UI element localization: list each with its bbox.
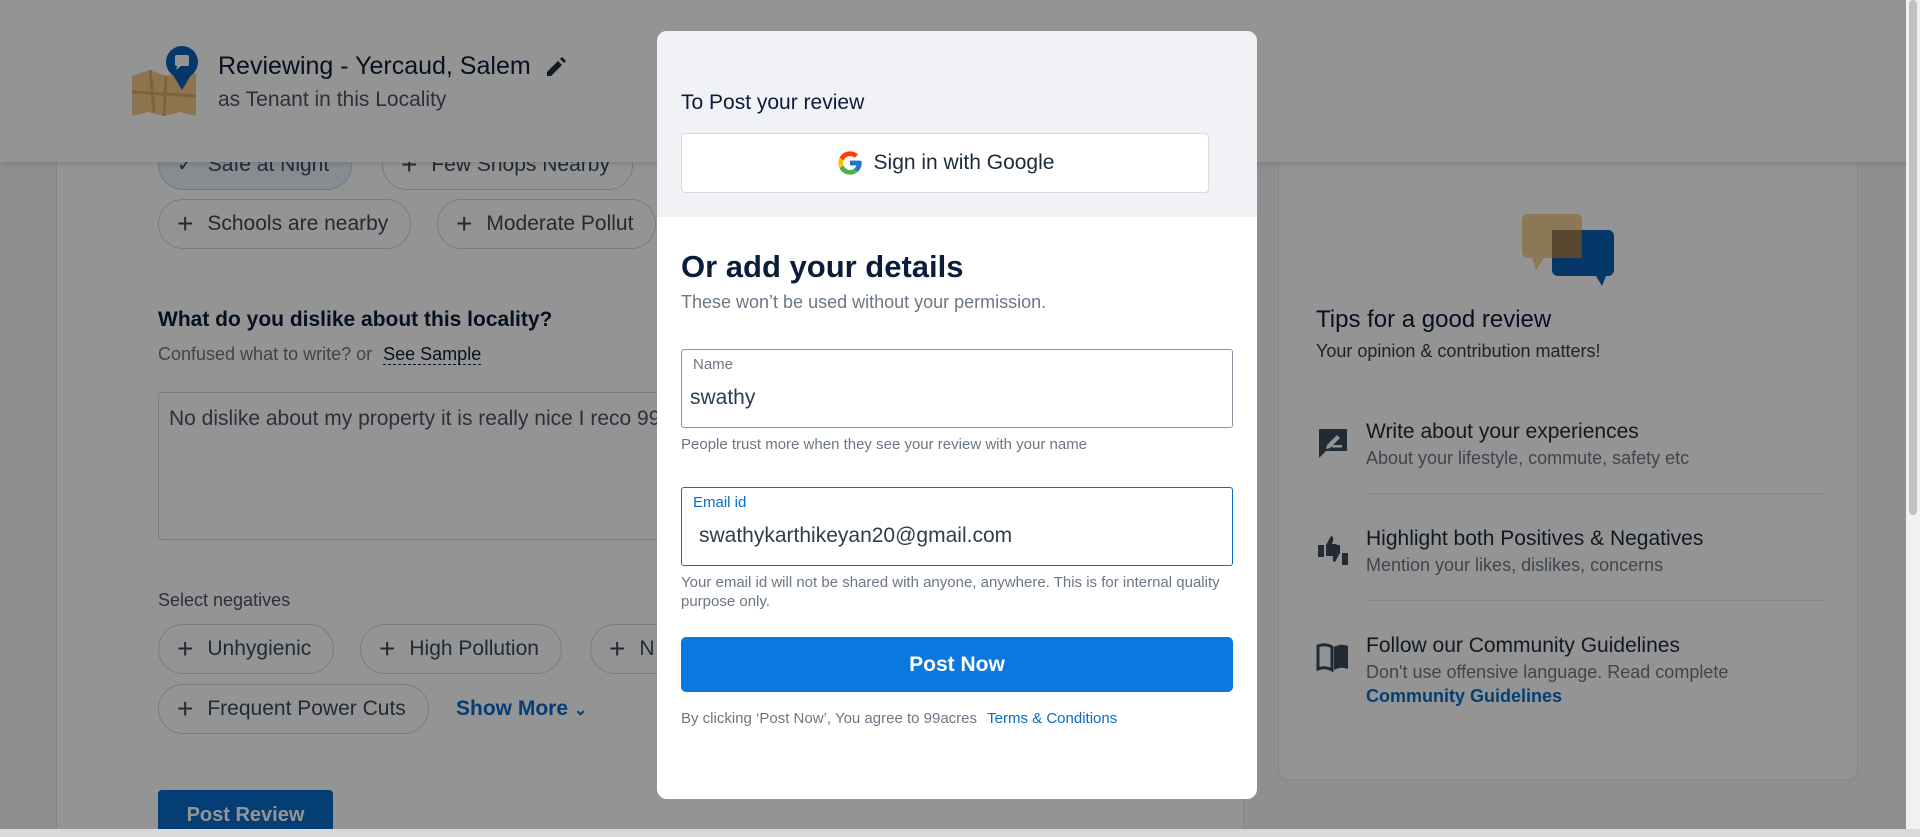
vertical-scrollbar[interactable] [1906, 0, 1920, 837]
google-icon [837, 151, 862, 175]
email-hint: Your email id will not be shared with an… [681, 574, 1220, 610]
post-now-button[interactable]: Post Now [681, 637, 1233, 692]
post-review-modal: To Post your review Sign in with Google … [657, 31, 1257, 799]
name-hint: People trust more when they see your rev… [681, 436, 1088, 453]
email-field[interactable]: Email id [681, 487, 1233, 566]
to-post-heading: To Post your review [681, 91, 865, 114]
scrollbar-thumb[interactable] [1909, 0, 1917, 515]
agree-terms-text: By clicking ‘Post Now’, You agree to 99a… [681, 710, 1118, 727]
permission-note: These won’t be used without your permiss… [681, 292, 1047, 312]
or-add-details-heading: Or add your details [681, 249, 964, 284]
horizontal-scrollbar[interactable] [0, 829, 1920, 837]
google-signin-button[interactable]: Sign in with Google [681, 133, 1209, 193]
email-input[interactable] [699, 524, 1229, 548]
name-field[interactable]: Name [681, 349, 1233, 428]
name-field-label: Name [693, 356, 734, 373]
name-input[interactable] [690, 386, 1220, 410]
email-field-label: Email id [693, 494, 747, 511]
terms-conditions-link[interactable]: Terms & Conditions [987, 710, 1117, 727]
